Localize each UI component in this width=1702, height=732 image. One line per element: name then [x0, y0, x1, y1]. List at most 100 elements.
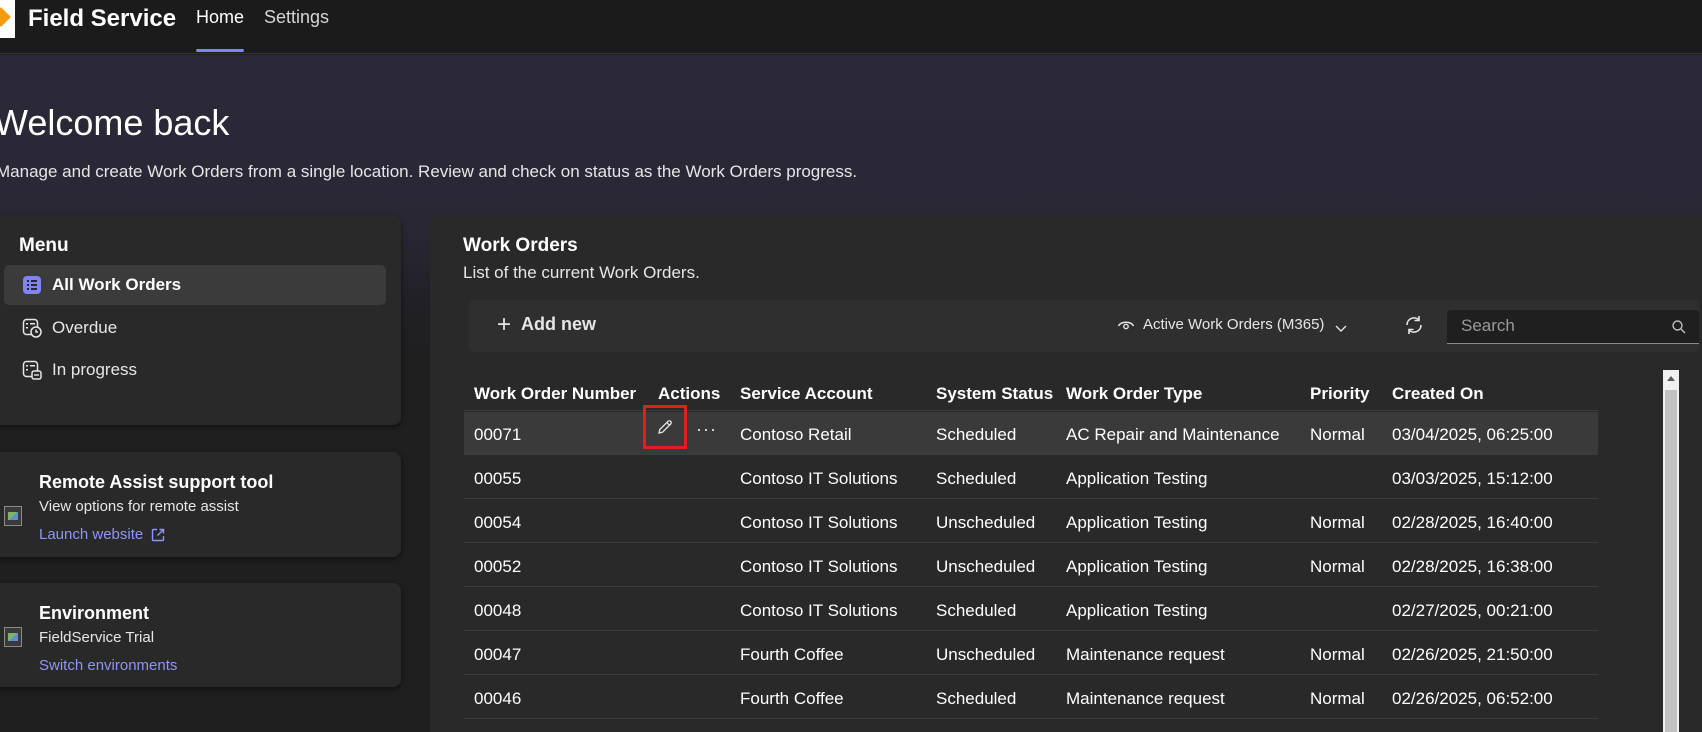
remote-assist-image — [4, 506, 22, 526]
cell-created-on: 02/28/2025, 16:38:00 — [1392, 557, 1553, 576]
cell-number: 00046 — [474, 689, 522, 708]
remote-assist-card: Remote Assist support tool View options … — [0, 452, 401, 557]
column-header-work-order-type[interactable]: Work Order Type — [1066, 384, 1202, 404]
menu-title: Menu — [19, 235, 69, 256]
edit-button[interactable] — [643, 405, 687, 449]
cell-created-on: 03/03/2025, 15:12:00 — [1392, 469, 1553, 488]
cell-priority: Normal — [1310, 557, 1365, 576]
cell-system-status: Scheduled — [936, 601, 1017, 620]
cell-number: 00048 — [474, 601, 522, 620]
sidebar-item-label: All Work Orders — [52, 275, 182, 294]
cell-work-order-type: Application Testing — [1066, 513, 1208, 532]
welcome-heading: Welcome back — [0, 102, 230, 143]
switch-environments-link[interactable]: Switch environments — [39, 657, 177, 674]
remote-assist-title: Remote Assist support tool — [39, 472, 274, 492]
cell-number: 00055 — [474, 469, 522, 488]
table-row[interactable]: 00054 Contoso IT Solutions Unscheduled A… — [464, 500, 1598, 543]
cell-service-account: Contoso IT Solutions — [740, 601, 898, 620]
app-title: Field Service — [28, 5, 177, 32]
cell-work-order-type: AC Repair and Maintenance — [1066, 425, 1280, 444]
table-row[interactable]: 00055 Contoso IT Solutions Scheduled App… — [464, 456, 1598, 499]
cell-created-on: 02/26/2025, 21:50:00 — [1392, 645, 1553, 664]
plus-icon: + — [497, 310, 512, 338]
search-input[interactable] — [1461, 316, 1661, 336]
scroll-up-arrow-icon[interactable] — [1663, 370, 1679, 388]
column-header-system-status[interactable]: System Status — [936, 384, 1053, 404]
cell-number: 00052 — [474, 557, 522, 576]
environment-title: Environment — [39, 603, 150, 623]
search-icon[interactable] — [1671, 319, 1687, 335]
cell-work-order-type: Application Testing — [1066, 601, 1208, 620]
chevron-down-icon — [1334, 320, 1348, 332]
environment-card: Environment FieldService Trial Switch en… — [0, 583, 401, 687]
cell-priority: Normal — [1310, 425, 1365, 444]
add-new-label: Add new — [521, 314, 597, 334]
cell-priority: Normal — [1310, 689, 1365, 708]
cell-created-on: 02/26/2025, 06:52:00 — [1392, 689, 1553, 708]
environment-image — [4, 627, 22, 647]
table-row[interactable]: 00047 Fourth Coffee Unscheduled Maintena… — [464, 632, 1598, 675]
tab-home[interactable]: Home — [196, 7, 244, 28]
cell-service-account: Fourth Coffee — [740, 689, 844, 708]
sidebar-item-all-work-orders[interactable]: All Work Orders — [4, 265, 386, 305]
list-icon — [22, 275, 42, 295]
environment-name: FieldService Trial — [39, 629, 155, 646]
welcome-subtitle: Manage and create Work Orders from a sin… — [0, 162, 858, 181]
column-header-number[interactable]: Work Order Number — [474, 384, 636, 404]
table-row[interactable]: 00071 ··· Contoso Retail Scheduled AC Re… — [464, 405, 1598, 455]
eye-icon — [1117, 318, 1135, 332]
scrollbar-thumb[interactable] — [1665, 390, 1677, 732]
cell-service-account: Contoso IT Solutions — [740, 557, 898, 576]
cell-system-status: Scheduled — [936, 469, 1017, 488]
cell-work-order-type: Maintenance request — [1066, 645, 1225, 664]
menu-card: Menu All Work Orders Overdue In progress — [0, 215, 401, 425]
column-header-created-on[interactable]: Created On — [1392, 384, 1484, 404]
search-box — [1447, 310, 1699, 344]
view-selector[interactable]: Active Work Orders (M365) — [1117, 316, 1348, 333]
refresh-icon[interactable] — [1401, 312, 1427, 338]
active-tab-indicator — [196, 49, 244, 52]
more-actions-button[interactable]: ··· — [696, 419, 717, 440]
cell-service-account: Contoso IT Solutions — [740, 469, 898, 488]
cell-work-order-type: Application Testing — [1066, 469, 1208, 488]
sidebar-item-label: In progress — [52, 360, 138, 379]
panel-right-edge — [1679, 370, 1702, 732]
view-selector-label: Active Work Orders (M365) — [1143, 316, 1325, 333]
cell-priority: Normal — [1310, 513, 1365, 532]
sidebar-item-label: Overdue — [52, 318, 118, 337]
progress-list-icon — [22, 360, 42, 380]
table-header: Work Order Number Actions Service Accoun… — [464, 375, 1598, 411]
tab-settings[interactable]: Settings — [264, 7, 329, 28]
remote-assist-description: View options for remote assist — [39, 498, 239, 515]
column-header-service-account[interactable]: Service Account — [740, 384, 873, 404]
cell-service-account: Fourth Coffee — [740, 645, 844, 664]
cell-system-status: Scheduled — [936, 425, 1017, 444]
cell-system-status: Unscheduled — [936, 513, 1036, 532]
cell-number: 00047 — [474, 645, 522, 664]
work-orders-title: Work Orders — [463, 235, 578, 256]
cell-created-on: 03/04/2025, 06:25:00 — [1392, 425, 1553, 444]
launch-website-link[interactable]: Launch website — [39, 526, 166, 543]
cell-system-status: Scheduled — [936, 689, 1017, 708]
cell-number: 00054 — [474, 513, 522, 532]
column-header-priority[interactable]: Priority — [1310, 384, 1370, 404]
cell-work-order-type: Maintenance request — [1066, 689, 1225, 708]
work-orders-panel: Work Orders List of the current Work Ord… — [430, 215, 1702, 732]
clock-list-icon — [22, 318, 42, 338]
work-orders-toolbar: + Add new Active Work Orders (M365) — [469, 300, 1699, 352]
app-logo — [0, 0, 15, 38]
cell-work-order-type: Application Testing — [1066, 557, 1208, 576]
cell-service-account: Contoso Retail — [740, 425, 852, 444]
column-header-actions: Actions — [658, 384, 721, 403]
top-bar: Field Service Home Settings — [0, 0, 1702, 54]
add-new-button[interactable]: + Add new — [497, 310, 597, 338]
sidebar-item-overdue[interactable]: Overdue — [4, 308, 386, 348]
table-row[interactable]: 00052 Contoso IT Solutions Unscheduled A… — [464, 544, 1598, 587]
table-row[interactable]: 00046 Fourth Coffee Scheduled Maintenanc… — [464, 676, 1598, 719]
cell-number: 00071 — [474, 425, 522, 444]
cell-priority: Normal — [1310, 645, 1365, 664]
cell-created-on: 02/28/2025, 16:40:00 — [1392, 513, 1553, 532]
cell-system-status: Unscheduled — [936, 645, 1036, 664]
table-row[interactable]: 00048 Contoso IT Solutions Scheduled App… — [464, 588, 1598, 631]
sidebar-item-in-progress[interactable]: In progress — [4, 350, 386, 390]
